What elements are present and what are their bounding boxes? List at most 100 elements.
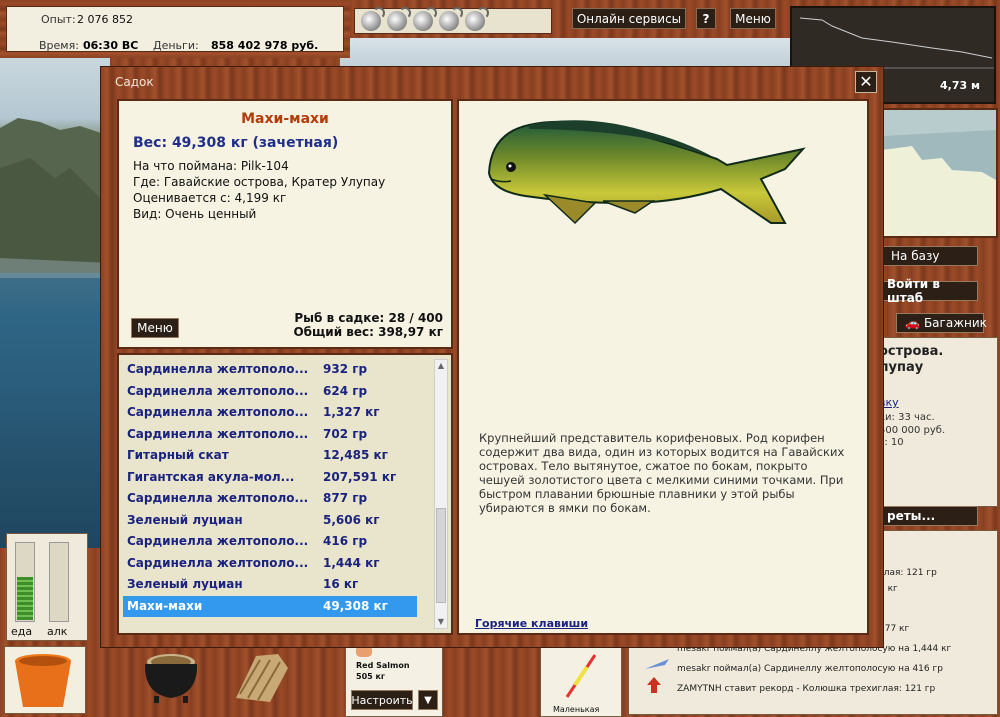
hook-icon[interactable]: [361, 7, 385, 31]
list-item[interactable]: Сардинелла желтополо... 877 гр: [123, 488, 417, 509]
float-size-label: Маленькая: [553, 705, 600, 714]
time-value: 06:30 ВС: [83, 39, 139, 52]
chat-line: mesakr поймал(а) Сардинеллу желтополосую…: [677, 664, 943, 674]
enter-hq-button[interactable]: Войти в штаб: [878, 277, 978, 305]
hotkeys-link[interactable]: Горячие клавиши: [475, 617, 588, 630]
catch-name: Махи-махи: [127, 598, 203, 613]
list-scrollbar[interactable]: ▲ ▼: [434, 359, 448, 629]
catch-weight: 624 гр: [323, 383, 368, 398]
hooks-bar: [354, 7, 552, 34]
dialog-title: Садок: [115, 75, 154, 89]
catch-name: Сардинелла желтополо...: [127, 426, 309, 441]
record-icon: [647, 677, 661, 693]
catch-weight: 207,591 кг: [323, 469, 397, 484]
catch-name: Сардинелла желтополо...: [127, 383, 309, 398]
catch-weight: 12,485 кг: [323, 448, 388, 462]
hook-icon[interactable]: [413, 7, 437, 31]
catch-name: Зеленый луциан: [127, 577, 243, 591]
trunk-label: Багажник: [923, 316, 987, 330]
location-line3: ки: 33 час.: [879, 412, 935, 423]
chevron-down-icon[interactable]: ▼: [418, 690, 438, 710]
lure-name: Red Salmon: [356, 661, 410, 670]
list-item[interactable]: Сардинелла желтополо... 1,327 кг: [123, 402, 417, 423]
list-item[interactable]: Сардинелла желтополо... 932 гр: [123, 359, 417, 380]
location-line2: лупау: [879, 360, 924, 375]
catch-weight: 932 гр: [323, 362, 368, 376]
scroll-up-icon[interactable]: ▲: [435, 360, 447, 372]
lure-size-panel: Маленькая: [540, 640, 622, 717]
bucket-slot[interactable]: [4, 646, 86, 714]
menu-button[interactable]: Меню: [730, 8, 776, 29]
catch-name: Сардинелла желтополо...: [127, 405, 309, 419]
catch-name: Сардинелла желтополо...: [127, 534, 309, 548]
list-item[interactable]: Зеленый луциан 16 кг: [123, 574, 417, 595]
setup-button[interactable]: Настроить: [351, 690, 413, 710]
fish-description-panel: Крупнейший представитель корифеновых. Ро…: [457, 99, 869, 635]
help-button[interactable]: ?: [696, 8, 716, 29]
list-item[interactable]: Сардинелла желтополо... 416 гр: [123, 531, 417, 552]
car-icon: 🚗: [905, 316, 920, 330]
catch-weight: 1,327 кг: [323, 405, 380, 419]
catch-weight: 1,444 кг: [323, 555, 380, 570]
fish-menu-button[interactable]: Меню: [131, 318, 179, 338]
time-label: Время:: [39, 39, 79, 52]
list-item[interactable]: Сардинелла желтополо... 1,444 кг: [123, 553, 417, 574]
status-gauges: еда алк: [6, 533, 88, 641]
list-item[interactable]: Махи-махи 49,308 кг: [123, 595, 417, 617]
fish-weight: Вес: 49,308 кг (зачетная): [133, 135, 339, 151]
cage-count: Рыб в садке: 28 / 400: [294, 311, 443, 325]
location-line1: острова.: [879, 344, 944, 359]
lure-weight: 505 кг: [356, 672, 386, 681]
fish-icon: [645, 659, 669, 669]
exp-label: Опыт:: [41, 13, 76, 26]
fish-bait: На что поймана: Pilk-104: [133, 159, 289, 173]
trunk-button[interactable]: 🚗 Багажник: [896, 313, 987, 333]
close-icon[interactable]: ✕: [855, 71, 877, 93]
list-item[interactable]: Гигантская акула-мол... 207,591 кг: [123, 467, 417, 488]
player-stats: Опыт: 2 076 852 Время: 06:30 ВС Деньги: …: [0, 0, 350, 58]
fish-valued-from: Оценивается с: 4,199 кг: [133, 191, 287, 205]
chat-line: ZAMYTNH ставит рекорд - Колюшка трехигла…: [677, 684, 936, 694]
online-services-button[interactable]: Онлайн сервисы: [572, 8, 686, 29]
island-map[interactable]: [880, 108, 998, 238]
catch-weight: 702 гр: [323, 426, 368, 441]
scroll-down-icon[interactable]: ▼: [435, 616, 447, 628]
food-label: еда: [11, 625, 33, 638]
scroll-thumb[interactable]: [436, 508, 446, 603]
hook-icon[interactable]: [465, 7, 489, 31]
fish-name: Махи-махи: [241, 111, 329, 127]
food-gauge-fill: [17, 577, 33, 620]
catch-name: Сардинелла желтополо...: [127, 555, 309, 570]
pot-icon[interactable]: [140, 648, 202, 704]
alcohol-label: алк: [47, 625, 68, 638]
catch-weight: 416 гр: [323, 534, 368, 548]
location-line4: 500 000 руб.: [879, 425, 946, 436]
catch-weight: 877 гр: [323, 491, 368, 505]
go-base-button[interactable]: На базу: [882, 246, 978, 266]
hook-icon[interactable]: [387, 7, 411, 31]
list-item[interactable]: Сардинелла желтополо... 624 гр: [123, 381, 417, 402]
money-label: Деньги:: [153, 39, 199, 52]
list-item[interactable]: Гитарный скат 12,485 кг: [123, 445, 417, 466]
ocean-view: [0, 58, 110, 548]
catch-weight: 49,308 кг: [323, 598, 388, 613]
cage-dialog: Садок ✕ Махи-махи Вес: 49,308 кг (зачетн…: [100, 66, 884, 648]
list-item[interactable]: Сардинелла желтополо... 702 гр: [123, 424, 417, 445]
list-item[interactable]: Зеленый луциан 5,606 кг: [123, 510, 417, 531]
cage-total-weight: Общий вес: 398,97 кг: [293, 325, 443, 339]
fish-location: Где: Гавайские острова, Кратер Улупау: [133, 175, 386, 189]
food-gauge: [15, 542, 35, 622]
chat-line: глая: 121 гр: [879, 568, 937, 578]
money-value: 858 402 978 руб.: [211, 39, 319, 52]
catch-weight: 5,606 кг: [323, 512, 380, 527]
catch-name: Зеленый луциан: [127, 512, 243, 527]
depth-readout: 4,73 м: [940, 79, 980, 92]
secrets-button[interactable]: реты...: [878, 506, 978, 526]
catch-weight: 16 кг: [323, 577, 359, 591]
fish-info-panel: Махи-махи Вес: 49,308 кг (зачетная) На ч…: [117, 99, 453, 349]
fish-description: Крупнейший представитель корифеновых. Ро…: [479, 431, 845, 515]
bucket-icon: [15, 654, 71, 707]
float-icon: [565, 654, 597, 698]
net-bag-icon[interactable]: [226, 648, 296, 706]
hook-icon[interactable]: [439, 7, 463, 31]
